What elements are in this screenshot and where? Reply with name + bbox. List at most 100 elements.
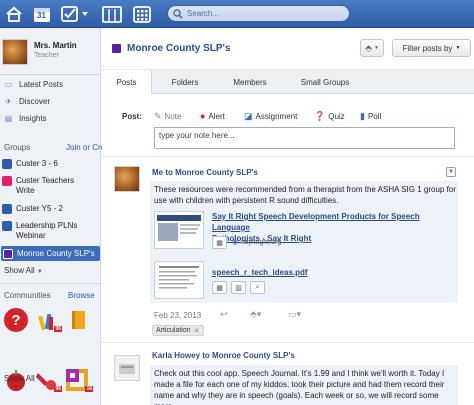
quiz-icon: ❓ (314, 111, 326, 121)
divider (0, 74, 100, 75)
link-domain: ◉ sayitright.org (232, 238, 282, 247)
post-item: Me to Monroe County SLP's ▼ These resour… (102, 158, 474, 340)
sidebar-item-group[interactable]: Leadership PLNs Webinar (2, 221, 99, 241)
tab-posts[interactable]: Posts (102, 70, 152, 94)
show-all-groups[interactable]: Show All ▼ (4, 266, 43, 275)
file-thumbnail[interactable] (154, 261, 204, 299)
sidebar-item-latest-posts[interactable]: ▭ Latest Posts (4, 78, 63, 91)
post-author[interactable]: Karla Howey to (152, 351, 212, 360)
preview-icon: ▦ (216, 284, 223, 292)
divider (0, 283, 100, 284)
search-icon (173, 8, 183, 19)
link-thumbnail[interactable] (154, 211, 204, 249)
file-save-button[interactable]: ▥ (231, 281, 246, 294)
post-group-link[interactable]: Monroe County SLP's (212, 351, 295, 360)
domain-text: sayitright.org (241, 238, 282, 246)
share-icon[interactable]: ▭▾ (288, 309, 301, 320)
tag-filter-button[interactable]: ⬘ ▼ (360, 39, 384, 57)
type-label: Alert (208, 111, 225, 121)
speech-bubble-icon: ▭ (4, 80, 13, 89)
post-date: Feb 23, 2013 (154, 311, 202, 320)
sidebar-item-discover[interactable]: ✈ Discover (4, 95, 50, 108)
browse-link[interactable]: Browse (68, 291, 95, 300)
post-text-line: Check out this cool app. Speech Journal.… (154, 369, 445, 378)
composer-type-note[interactable]: ✎ Note (154, 111, 181, 122)
community-books-icon[interactable] (66, 308, 90, 332)
group-label: Custer Y5 - 2 (16, 204, 63, 213)
group-header: Monroe County SLP's ⬘ ▼ Filter posts by ▼ (102, 28, 474, 70)
sidebar-item-group-active[interactable]: Monroe County SLP's (1, 246, 100, 261)
library-icon[interactable] (101, 4, 123, 24)
user-role: Teacher (34, 52, 59, 59)
group-color-swatch (3, 248, 13, 259)
post-text: These resources were recommended from a … (154, 184, 456, 206)
type-label: Note (164, 112, 182, 121)
chart-icon: ▤ (4, 114, 13, 123)
type-label: Poll (367, 112, 382, 121)
post-body: Check out this cool app. Speech Journal.… (150, 365, 458, 405)
post-tag-chip[interactable]: Articulation ✕ (152, 325, 204, 336)
community-pencils-icon[interactable]: 96 (35, 308, 62, 332)
composer-type-poll[interactable]: ▮ Poll (360, 111, 381, 122)
sidebar: Mrs. Martin Teacher ▭ Latest Posts ✈ Dis… (0, 28, 116, 405)
post-options-dropdown[interactable]: ▼ (446, 167, 456, 177)
show-all-label: Show All (4, 266, 35, 275)
group-color-swatch (2, 176, 12, 186)
calendar-day: 31 (37, 11, 46, 20)
composer-type-assignment[interactable]: ◪ Assignment (244, 111, 297, 122)
note-icon: ✎ (154, 111, 162, 121)
sidebar-item-group[interactable]: Custer 3 - 6 (2, 159, 99, 169)
tag-icon[interactable]: ⬘▾ (250, 309, 261, 320)
magnifier-icon: ⌕ (255, 283, 260, 291)
filter-posts-button[interactable]: Filter posts by ▼ (392, 39, 471, 57)
apps-grid-icon[interactable] (132, 4, 152, 24)
composer-type-quiz[interactable]: ❓ Quiz (314, 111, 345, 122)
community-frame-icon[interactable]: 16 (66, 368, 93, 392)
file-attachment[interactable]: speech_r_tech_ideas.pdf ▦ ▥ ⌕ (154, 259, 454, 303)
library-icon: ▥ (235, 284, 242, 292)
home-icon[interactable] (3, 4, 25, 24)
tag-label: Articulation (156, 327, 191, 334)
sidebar-item-group[interactable]: Custer Y5 - 2 (2, 204, 99, 214)
note-input[interactable]: type your note here... (154, 127, 455, 149)
tab-members[interactable]: Members (220, 70, 280, 94)
link-globe-icon: ◉ (232, 239, 239, 246)
search-placeholder: Search... (187, 9, 220, 18)
link-title-line: Say It Right Speech Development Products… (212, 212, 420, 232)
show-all-label: Show All (4, 374, 35, 383)
top-navigation-bar: 31 Search... (0, 0, 474, 28)
show-all-communities[interactable]: Show All ▼ (4, 374, 43, 383)
avatar (114, 166, 140, 192)
preview-icon: ▦ (216, 239, 223, 247)
close-icon[interactable]: ✕ (194, 327, 200, 335)
tab-folders[interactable]: Folders (157, 70, 213, 94)
filter-label: Filter posts by (402, 43, 453, 53)
file-title[interactable]: speech_r_tech_ideas.pdf (212, 267, 308, 278)
checklist-icon[interactable] (60, 4, 90, 24)
user-name: Mrs. Martin (34, 41, 77, 50)
sidebar-item-insights[interactable]: ▤ Insights (4, 112, 47, 125)
community-help-icon[interactable]: ? (4, 308, 28, 332)
sidebar-item-group[interactable]: Custer Teachers Write (2, 176, 99, 196)
file-zoom-button[interactable]: ⌕ (250, 281, 265, 294)
chevron-down-icon: ▼ (36, 269, 43, 275)
file-preview-button[interactable]: ▦ (212, 281, 227, 294)
group-color-swatch (2, 159, 12, 169)
calendar-icon[interactable]: 31 (32, 4, 52, 24)
post-group-link[interactable]: Monroe County SLP's (175, 168, 258, 177)
user-profile[interactable]: Mrs. Martin Teacher (2, 39, 98, 67)
post-text-line: name and why they are in speech (goals).… (154, 391, 439, 405)
reply-icon[interactable]: ↩ (220, 309, 228, 320)
group-label: Monroe County SLP's (17, 248, 95, 258)
search-input[interactable]: Search... (167, 5, 350, 22)
post-body: These resources were recommended from a … (150, 181, 458, 303)
group-color-swatch (2, 221, 12, 231)
link-attachment[interactable]: Say It Right Speech Development Products… (154, 209, 454, 255)
post-item: Karla Howey to Monroe County SLP's Check… (102, 342, 474, 405)
post-author[interactable]: Me to (152, 168, 175, 177)
chevron-down-icon: ▼ (373, 45, 379, 51)
tab-small-groups[interactable]: Small Groups (290, 70, 360, 94)
composer-type-alert[interactable]: ● Alert (200, 111, 225, 121)
link-preview-button[interactable]: ▦ (212, 236, 227, 249)
post-header: Karla Howey to Monroe County SLP's (152, 351, 295, 360)
